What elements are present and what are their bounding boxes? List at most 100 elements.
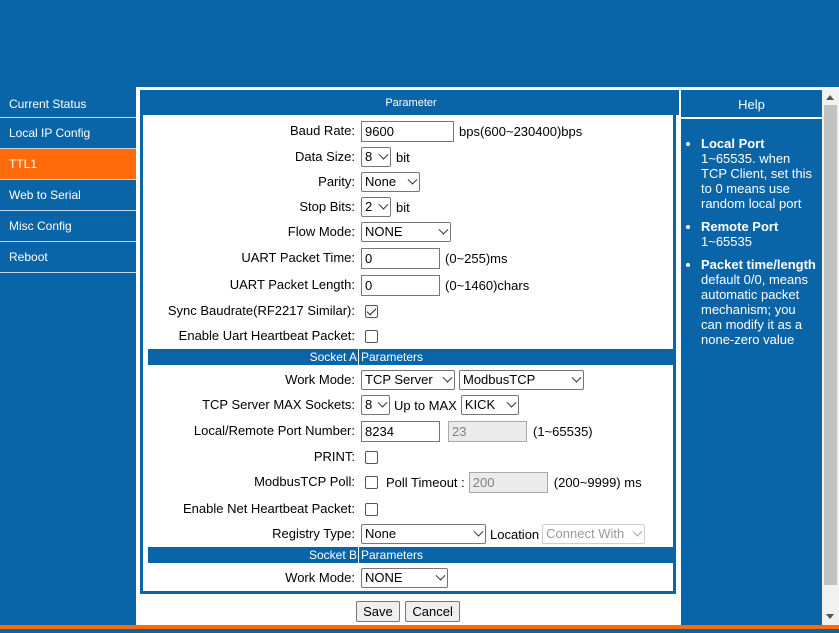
socket-b-title: Socket B bbox=[308, 548, 357, 562]
parameter-panel: Parameter Baud Rate: 9600 bps(600~230400… bbox=[140, 90, 679, 594]
port-number-row: Local/Remote Port Number: 8234 23 (1~655… bbox=[143, 420, 673, 442]
chevron-down-icon bbox=[435, 570, 446, 581]
help-text: 1~65535 bbox=[701, 234, 752, 249]
stop-bits-select[interactable]: 2 bbox=[361, 197, 391, 217]
scroll-down-icon[interactable] bbox=[826, 614, 834, 619]
help-item-local-port: Local Port1~65535. when TCP Client, set … bbox=[701, 136, 816, 211]
poll-timeout-range: (200~9999) ms bbox=[553, 474, 642, 490]
sidebar-nav: Current Status Local IP Config TTL1 Web … bbox=[0, 87, 136, 625]
socket-b-work-mode-label: Work Mode: bbox=[285, 570, 355, 585]
socket-a-work-mode-select[interactable]: TCP Server bbox=[361, 370, 455, 390]
socket-b-work-mode-select[interactable]: NONE bbox=[361, 568, 448, 588]
parity-value: None bbox=[365, 174, 397, 189]
registry-type-select[interactable]: None bbox=[361, 524, 486, 544]
stop-bits-value: 2 bbox=[365, 199, 373, 214]
parity-select[interactable]: None bbox=[361, 172, 420, 192]
port-range: (1~65535) bbox=[533, 423, 593, 439]
max-sockets-row: TCP Server MAX Sockets: 8 Up to MAX KICK bbox=[143, 394, 673, 416]
baud-rate-input[interactable]: 9600 bbox=[361, 120, 454, 142]
help-text: default 0/0, means automatic packet mech… bbox=[701, 272, 808, 347]
sidebar-item-local-ip-config[interactable]: Local IP Config bbox=[0, 118, 136, 149]
modbus-poll-row: ModbusTCP Poll: Poll Timeout : 200 (200~… bbox=[143, 471, 673, 493]
uart-heartbeat-row: Enable Uart Heartbeat Packet: bbox=[143, 325, 673, 347]
port-number-label: Local/Remote Port Number: bbox=[193, 423, 355, 438]
chevron-down-icon bbox=[571, 372, 582, 383]
top-banner bbox=[0, 0, 839, 87]
data-size-row: Data Size: 8 bit bbox=[143, 146, 673, 168]
net-heartbeat-row: Enable Net Heartbeat Packet: bbox=[143, 498, 673, 520]
form-actions: Save Cancel bbox=[140, 601, 676, 622]
max-sockets-select[interactable]: 8 bbox=[361, 395, 390, 415]
chevron-down-icon bbox=[506, 397, 517, 408]
baud-rate-unit: bps(600~230400)bps bbox=[459, 123, 583, 139]
uart-packet-time-input[interactable]: 0 bbox=[361, 247, 440, 269]
socket-a-title: Socket A bbox=[309, 350, 357, 364]
chevron-down-icon bbox=[377, 397, 388, 408]
uart-packet-length-input[interactable]: 0 bbox=[361, 274, 440, 296]
help-heading: Remote Port bbox=[701, 219, 779, 234]
data-size-select[interactable]: 8 bbox=[361, 147, 391, 167]
registry-type-value: None bbox=[365, 526, 397, 541]
uart-packet-time-unit: (0~255)ms bbox=[445, 250, 508, 266]
chevron-down-icon bbox=[473, 526, 484, 537]
scroll-up-icon[interactable] bbox=[826, 95, 834, 100]
help-item-packet: Packet time/lengthdefault 0/0, means aut… bbox=[701, 257, 816, 347]
stop-bits-unit: bit bbox=[396, 199, 410, 215]
socket-a-header: Socket A Parameters bbox=[148, 349, 674, 365]
cancel-button[interactable]: Cancel bbox=[405, 601, 460, 622]
sidebar-item-reboot[interactable]: Reboot bbox=[0, 242, 136, 273]
modbus-poll-checkbox[interactable] bbox=[365, 475, 378, 489]
baud-rate-row: Baud Rate: 9600 bps(600~230400)bps bbox=[143, 120, 673, 142]
print-checkbox[interactable] bbox=[365, 450, 378, 464]
data-size-label: Data Size: bbox=[295, 149, 355, 164]
scrollbar-thumb[interactable] bbox=[824, 105, 837, 585]
net-heartbeat-label: Enable Net Heartbeat Packet: bbox=[183, 501, 355, 516]
sync-baudrate-label: Sync Baudrate(RF2217 Similar): bbox=[167, 303, 355, 318]
chevron-down-icon bbox=[442, 372, 453, 383]
chevron-down-icon bbox=[378, 149, 389, 160]
panel-title: Parameter bbox=[143, 90, 679, 115]
help-scrollbar[interactable] bbox=[822, 87, 839, 625]
sidebar-item-ttl1[interactable]: TTL1 bbox=[0, 149, 136, 180]
parity-row: Parity: None bbox=[143, 171, 673, 193]
registry-type-label: Registry Type: bbox=[272, 526, 355, 541]
flow-mode-value: NONE bbox=[365, 224, 403, 239]
uart-packet-length-unit: (0~1460)chars bbox=[445, 277, 530, 293]
local-port-input[interactable]: 8234 bbox=[361, 420, 440, 442]
print-row: PRINT: bbox=[143, 446, 673, 468]
uart-packet-time-row: UART Packet Time: 0 (0~255)ms bbox=[143, 247, 673, 269]
socket-a-protocol-select[interactable]: ModbusTCP bbox=[459, 370, 584, 390]
socket-b-work-mode-value: NONE bbox=[365, 570, 403, 585]
bottom-bar bbox=[0, 625, 839, 633]
help-heading: Packet time/length bbox=[701, 257, 816, 272]
print-label: PRINT: bbox=[313, 449, 355, 464]
socket-a-protocol-value: ModbusTCP bbox=[463, 372, 536, 387]
flow-mode-label: Flow Mode: bbox=[287, 224, 355, 239]
flow-mode-select[interactable]: NONE bbox=[361, 222, 451, 242]
save-button[interactable]: Save bbox=[356, 601, 400, 622]
help-list: Local Port1~65535. when TCP Client, set … bbox=[681, 119, 822, 347]
up-to-max-select[interactable]: KICK bbox=[460, 395, 519, 415]
chevron-down-icon bbox=[632, 526, 643, 537]
data-size-unit: bit bbox=[396, 149, 410, 165]
location-select[interactable]: Connect With bbox=[542, 524, 646, 544]
uart-packet-length-row: UART Packet Length: 0 (0~1460)chars bbox=[143, 274, 673, 296]
location-label: Location bbox=[490, 526, 540, 542]
stop-bits-label: Stop Bits: bbox=[299, 199, 355, 214]
header-divider bbox=[358, 547, 359, 563]
socket-b-header: Socket B Parameters bbox=[148, 547, 674, 563]
poll-timeout-input[interactable]: 200 bbox=[468, 471, 548, 493]
net-heartbeat-checkbox[interactable] bbox=[365, 502, 378, 516]
chevron-down-icon bbox=[407, 174, 418, 185]
location-value: Connect With bbox=[546, 526, 625, 541]
parity-label: Parity: bbox=[318, 174, 355, 189]
uart-heartbeat-checkbox[interactable] bbox=[365, 329, 378, 343]
sidebar-item-current-status[interactable]: Current Status bbox=[0, 87, 136, 118]
max-sockets-value: 8 bbox=[365, 397, 373, 412]
sidebar-item-web-to-serial[interactable]: Web to Serial bbox=[0, 180, 136, 211]
remote-port-input[interactable]: 23 bbox=[448, 420, 527, 442]
poll-timeout-label: Poll Timeout : bbox=[386, 474, 465, 490]
modbus-poll-label: ModbusTCP Poll: bbox=[254, 474, 355, 489]
sidebar-item-misc-config[interactable]: Misc Config bbox=[0, 211, 136, 242]
sync-baudrate-checkbox[interactable] bbox=[365, 304, 378, 318]
